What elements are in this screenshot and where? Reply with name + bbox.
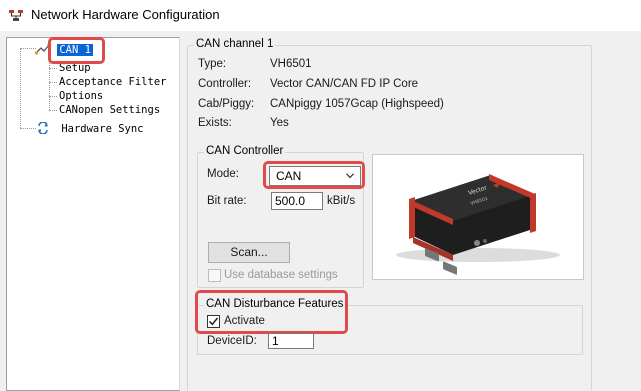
network-hardware-icon (9, 10, 23, 21)
device-id-input[interactable]: 1 (268, 333, 314, 349)
tree-item-label: Setup (59, 62, 91, 74)
device-id-value: 1 (272, 334, 279, 348)
controller-label: Controller: (198, 78, 252, 90)
bitrate-label: Bit rate: (207, 195, 247, 207)
title-bar: Network Hardware Configuration (0, 0, 641, 31)
tree-item-label: Options (59, 90, 104, 102)
tree-item-acceptance-filter[interactable]: Acceptance Filter (59, 76, 166, 89)
activate-label: Activate (224, 315, 265, 327)
tree-item-canopen-settings[interactable]: CANopen Settings (59, 104, 160, 117)
sync-icon (38, 121, 48, 135)
tree-item-hardware-sync[interactable]: Hardware Sync (37, 121, 144, 136)
type-label: Type: (198, 58, 227, 70)
mode-select[interactable]: CAN (269, 166, 361, 186)
type-value: VH6501 (270, 58, 312, 70)
group-title-channel: CAN channel 1 (194, 38, 276, 50)
use-database-settings-checkbox[interactable] (208, 269, 221, 282)
can-channel-icon (34, 43, 51, 55)
vh6501-device-icon: Vector VH6501 (396, 174, 560, 275)
bitrate-unit: kBit/s (327, 195, 356, 207)
bitrate-input[interactable]: 500.0 (271, 192, 323, 210)
hardware-tree[interactable]: CAN 1 Setup Acceptance Filter Options CA… (6, 37, 180, 391)
exists-value: Yes (270, 117, 289, 129)
mode-label: Mode: (207, 168, 239, 180)
tree-item-label: Acceptance Filter (59, 76, 167, 88)
chevron-down-icon (346, 173, 354, 179)
controller-value: Vector CAN/CAN FD IP Core (270, 78, 419, 90)
use-database-settings-label: Use database settings (224, 269, 338, 281)
cab-piggy-label: Cab/Piggy: (198, 98, 255, 110)
exists-label: Exists: (198, 117, 232, 129)
tree-item-options[interactable]: Options (59, 90, 103, 103)
checkmark-icon (208, 317, 219, 326)
tree-item-label: CAN 1 (57, 44, 93, 56)
mode-select-value: CAN (276, 169, 302, 183)
scan-button[interactable]: Scan... (208, 242, 290, 263)
tree-item-can1[interactable]: CAN 1 (34, 42, 93, 57)
bitrate-input-value: 500.0 (275, 194, 306, 208)
cab-piggy-value: CANpiggy 1057Gcap (Highspeed) (270, 98, 444, 110)
group-title-disturbance: CAN Disturbance Features (204, 298, 346, 310)
window-title: Network Hardware Configuration (31, 7, 220, 22)
tree-item-label: CANopen Settings (59, 104, 161, 116)
device-image: Vector VH6501 (372, 154, 584, 280)
device-id-label: DeviceID: (207, 335, 257, 347)
tree-item-label: Hardware Sync (61, 123, 144, 135)
group-title-controller: CAN Controller (204, 145, 286, 157)
tree-item-setup[interactable]: Setup (59, 62, 91, 75)
disturbance-group (197, 305, 583, 355)
activate-checkbox[interactable] (207, 315, 220, 328)
